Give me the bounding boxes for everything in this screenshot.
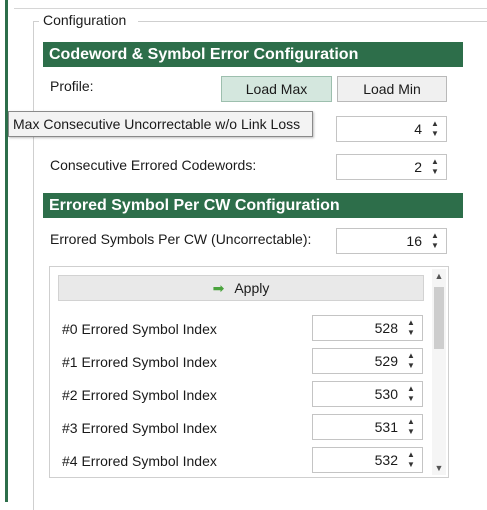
arrow-right-icon: ➡ <box>212 279 225 296</box>
codeword-section-header: Codeword & Symbol Error Configuration <box>43 42 463 67</box>
spin-down-icon[interactable]: ▼ <box>407 328 415 338</box>
spin-arrows: ▲ ▼ <box>428 117 442 141</box>
spin-up-icon[interactable]: ▲ <box>431 231 439 241</box>
apply-label: Apply <box>234 280 270 296</box>
scroll-down-icon[interactable]: ▼ <box>432 461 446 475</box>
symbol-index-stepper[interactable]: 528 ▲ ▼ <box>312 315 423 341</box>
symbol-section-header: Errored Symbol Per CW Configuration <box>43 193 463 218</box>
max-consecutive-value: 4 <box>414 121 422 137</box>
symbol-index-value: 531 <box>374 419 398 435</box>
spin-arrows: ▲ ▼ <box>404 415 418 439</box>
symbol-index-stepper[interactable]: 532 ▲ ▼ <box>312 447 423 473</box>
symbol-index-list: ➡ Apply #0 Errored Symbol Index 528 ▲ ▼ … <box>49 266 449 478</box>
scroll-up-icon[interactable]: ▲ <box>432 269 446 283</box>
spin-up-icon[interactable]: ▲ <box>407 351 415 361</box>
symbol-index-label: #0 Errored Symbol Index <box>62 321 217 337</box>
symbol-index-label: #1 Errored Symbol Index <box>62 354 217 370</box>
consecutive-errored-stepper[interactable]: 2 ▲ ▼ <box>336 154 447 180</box>
spin-arrows: ▲ ▼ <box>404 316 418 340</box>
max-consecutive-stepper[interactable]: 4 ▲ ▼ <box>336 116 447 142</box>
spin-down-icon[interactable]: ▼ <box>431 129 439 139</box>
spin-arrows: ▲ ▼ <box>404 448 418 472</box>
symbol-index-value: 529 <box>374 353 398 369</box>
spin-arrows: ▲ ▼ <box>404 382 418 406</box>
left-accent-bar <box>5 0 8 502</box>
spin-up-icon[interactable]: ▲ <box>407 450 415 460</box>
consecutive-errored-label: Consecutive Errored Codewords: <box>50 157 257 173</box>
spin-down-icon[interactable]: ▼ <box>431 241 439 251</box>
symbol-index-stepper[interactable]: 529 ▲ ▼ <box>312 348 423 374</box>
errored-symbols-label: Errored Symbols Per CW (Uncorrectable): <box>50 231 312 247</box>
tooltip: Max Consecutive Uncorrectable w/o Link L… <box>8 111 313 137</box>
spin-up-icon[interactable]: ▲ <box>431 119 439 129</box>
apply-button[interactable]: ➡ Apply <box>58 275 424 301</box>
consecutive-errored-value: 2 <box>414 159 422 175</box>
spin-arrows: ▲ ▼ <box>404 349 418 373</box>
symbol-index-value: 528 <box>374 320 398 336</box>
symbol-index-value: 530 <box>374 386 398 402</box>
vertical-scrollbar[interactable]: ▲ ▼ <box>432 269 446 475</box>
profile-label: Profile: <box>50 78 94 94</box>
symbol-index-label: #3 Errored Symbol Index <box>62 420 217 436</box>
spin-up-icon[interactable]: ▲ <box>431 157 439 167</box>
spin-up-icon[interactable]: ▲ <box>407 318 415 328</box>
spin-down-icon[interactable]: ▼ <box>407 460 415 470</box>
spin-up-icon[interactable]: ▲ <box>407 417 415 427</box>
load-max-button[interactable]: Load Max <box>221 76 332 102</box>
spin-down-icon[interactable]: ▼ <box>407 427 415 437</box>
errored-symbols-stepper[interactable]: 16 ▲ ▼ <box>336 228 447 254</box>
spin-down-icon[interactable]: ▼ <box>407 361 415 371</box>
symbol-index-stepper[interactable]: 530 ▲ ▼ <box>312 381 423 407</box>
errored-symbols-value: 16 <box>406 233 422 249</box>
symbol-index-label: #4 Errored Symbol Index <box>62 453 217 469</box>
group-border <box>138 21 487 22</box>
top-divider <box>14 8 487 9</box>
spin-arrows: ▲ ▼ <box>428 155 442 179</box>
spin-down-icon[interactable]: ▼ <box>407 394 415 404</box>
symbol-index-label: #2 Errored Symbol Index <box>62 387 217 403</box>
spin-down-icon[interactable]: ▼ <box>431 167 439 177</box>
spin-up-icon[interactable]: ▲ <box>407 384 415 394</box>
scrollbar-thumb[interactable] <box>434 287 444 349</box>
spin-arrows: ▲ ▼ <box>428 229 442 253</box>
group-border <box>33 21 39 22</box>
group-legend: Configuration <box>43 12 127 28</box>
symbol-index-value: 532 <box>374 452 398 468</box>
symbol-index-stepper[interactable]: 531 ▲ ▼ <box>312 414 423 440</box>
load-min-button[interactable]: Load Min <box>337 76 447 102</box>
group-border <box>33 21 34 510</box>
